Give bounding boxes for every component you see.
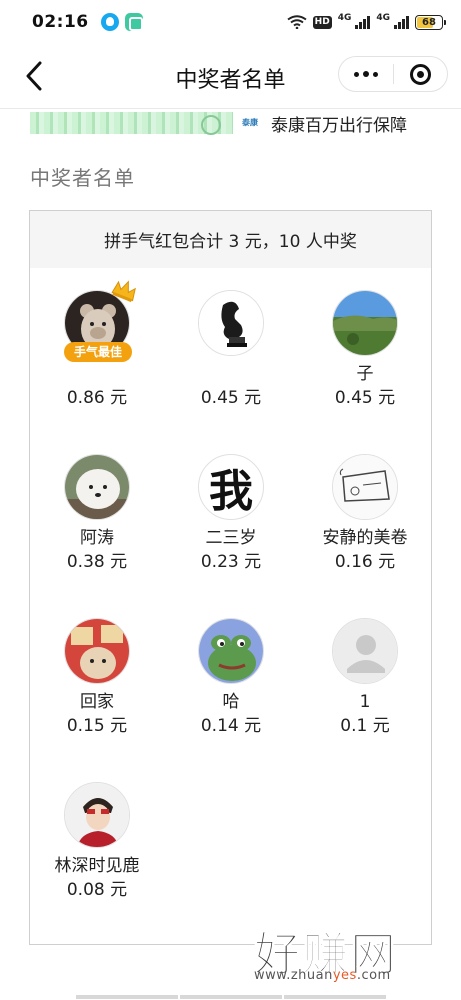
winner-name: 子 [356,364,374,384]
winner-item: 哈 0.14 元 [164,618,298,738]
status-app-icons [100,13,143,31]
signal-icon-2 [394,15,409,29]
battery-icon: 68 [415,14,446,30]
cartoon-avatar[interactable] [64,618,130,684]
winner-item: 林深时见鹿 0.08 元 [30,782,164,902]
winner-name: 林深时见鹿 [54,856,140,876]
bear-avatar[interactable]: 手气最佳 [64,280,136,362]
insurer-logo: 泰康 [242,118,258,127]
best-luck-badge: 手气最佳 [64,342,132,362]
winner-amount: 0.45 元 [334,388,396,408]
status-indicators: HD 4G 4G 68 [287,12,446,30]
section-title: 中奖者名单 [30,166,135,190]
card-summary: 拼手气红包合计 3 元，10 人中奖 [30,211,431,268]
winner-item: 回家 0.15 元 [30,618,164,738]
qq-icon [100,13,119,31]
boy-avatar[interactable] [64,782,130,848]
home-indicator [76,995,386,999]
close-button[interactable] [393,57,447,91]
network-label-1: 4G [337,12,352,23]
more-button[interactable] [339,57,393,91]
default-avatar[interactable] [332,618,398,684]
winner-amount: 0.23 元 [200,552,262,572]
sketch-avatar[interactable] [332,454,398,520]
nav-divider [0,108,461,109]
chevron-left-icon [26,61,42,91]
target-close-icon [409,63,431,85]
winner-name: 哈 [222,692,240,712]
winner-name [30,362,164,386]
hd-badge: HD [312,15,332,29]
figure-avatar[interactable] [198,290,264,356]
signal-icon-1 [355,15,371,29]
status-bar: 02:16 HD 4G 4G 68 [0,0,461,44]
battery-level: 68 [422,16,436,28]
avatar-character: 我 [209,466,253,517]
winner-amount: 0.45 元 [200,388,262,408]
winner-item: 1 0.1 元 [298,618,432,738]
winner-name: 二三岁 [205,528,257,548]
back-button[interactable] [18,60,50,92]
winner-name [164,362,298,386]
winner-amount: 0.08 元 [66,880,128,900]
mini-program-capsule [338,56,448,92]
frog-avatar[interactable] [198,618,264,684]
winner-amount: 0.38 元 [66,552,128,572]
winner-name: 安静的美卷 [322,528,408,548]
winner-item: 手气最佳 0.86 元 [30,280,164,410]
winner-item: 0.45 元 [164,290,298,410]
winner-amount: 0.14 元 [200,716,262,736]
winner-amount: 0.16 元 [334,552,396,572]
nav-bar: 中奖者名单 [0,46,461,108]
winner-amount: 0.86 元 [66,388,128,408]
winner-item: 我二三岁 0.23 元 [164,454,298,574]
winners-card: 拼手气红包合计 3 元，10 人中奖 手气最佳 0.86 元 0.45 元子 0.45… [29,210,432,945]
ad-banner[interactable]: 泰康 泰康百万出行保障 [0,110,461,136]
wifi-icon [287,15,307,29]
winner-amount: 0.1 元 [340,716,390,736]
banner-text: 泰康百万出行保障 [271,116,407,136]
landscape-avatar[interactable] [332,290,398,356]
wo-character-avatar[interactable]: 我 [198,454,264,520]
winner-name: 阿涛 [80,528,114,548]
app-notification-icon [124,13,143,31]
banner-image [30,112,233,135]
dog-avatar[interactable] [64,454,130,520]
winner-item: 阿涛 0.38 元 [30,454,164,574]
winner-item: 安静的美卷 0.16 元 [298,454,432,574]
winner-amount: 0.15 元 [66,716,128,736]
winner-name: 回家 [80,692,114,712]
network-label-2: 4G [376,12,390,23]
winner-item: 子 0.45 元 [298,290,432,410]
more-dots-icon [353,71,359,77]
watermark-url: www.zhuanyes.com [254,968,391,983]
status-time: 02:16 [32,12,89,32]
watermark: 好赚网 www.zhuanyes.com [254,918,444,984]
winner-name: 1 [359,692,371,712]
